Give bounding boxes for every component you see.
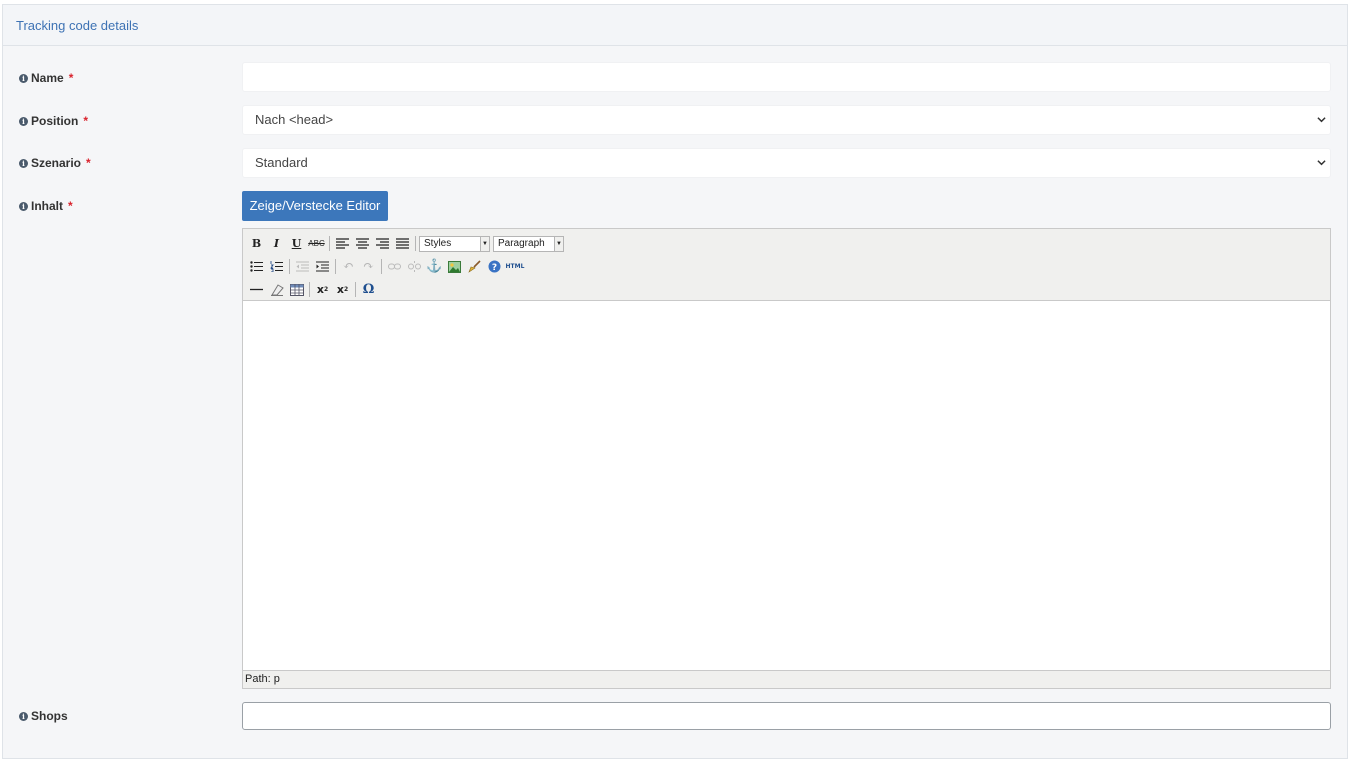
html-icon[interactable]: HTML bbox=[505, 257, 525, 276]
toolbar-separator bbox=[329, 236, 330, 251]
remove-format-icon[interactable] bbox=[267, 280, 286, 299]
indent-icon[interactable] bbox=[313, 257, 332, 276]
help-icon[interactable]: ? bbox=[485, 257, 504, 276]
editor-toolbar: B I U ABC Styles ▼ Paragraph ▼ ↶ ↷ ⚓ ? H… bbox=[243, 229, 1330, 301]
align-justify-icon[interactable] bbox=[393, 234, 412, 253]
position-label: i Position * bbox=[19, 114, 88, 128]
chevron-down-icon bbox=[1317, 117, 1326, 123]
info-icon[interactable]: i bbox=[19, 201, 28, 211]
scenario-select[interactable]: Standard bbox=[242, 148, 1331, 178]
shops-label: i Shops bbox=[19, 709, 68, 723]
undo-icon[interactable]: ↶ bbox=[339, 257, 358, 276]
superscript-icon[interactable]: x2 bbox=[333, 280, 352, 299]
chevron-down-icon bbox=[1317, 160, 1326, 166]
format-select[interactable]: Paragraph ▼ bbox=[493, 235, 564, 252]
scenario-selected-value: Standard bbox=[255, 155, 308, 170]
toolbar-separator bbox=[355, 282, 356, 297]
toolbar-separator bbox=[415, 236, 416, 251]
outdent-icon[interactable] bbox=[293, 257, 312, 276]
underline-icon[interactable]: U bbox=[287, 234, 306, 253]
numbered-list-icon[interactable] bbox=[267, 257, 286, 276]
editor-content-area[interactable] bbox=[243, 301, 1330, 670]
tracking-code-panel: Tracking code details i Name * i Positio… bbox=[2, 4, 1348, 759]
required-mark: * bbox=[86, 156, 91, 170]
required-mark: * bbox=[68, 199, 73, 213]
toolbar-separator bbox=[309, 282, 310, 297]
svg-text:?: ? bbox=[492, 263, 497, 273]
styles-select[interactable]: Styles ▼ bbox=[419, 235, 490, 252]
cleanup-icon[interactable] bbox=[465, 257, 484, 276]
special-char-icon[interactable]: Ω bbox=[359, 280, 378, 299]
name-label: i Name * bbox=[19, 71, 73, 85]
rich-text-editor: B I U ABC Styles ▼ Paragraph ▼ ↶ ↷ ⚓ ? H… bbox=[242, 228, 1331, 689]
panel-title: Tracking code details bbox=[3, 5, 1347, 46]
info-icon[interactable]: i bbox=[19, 158, 28, 168]
scenario-label: i Szenario * bbox=[19, 156, 91, 170]
anchor-icon[interactable]: ⚓ bbox=[425, 257, 444, 276]
italic-icon[interactable]: I bbox=[267, 234, 286, 253]
strikethrough-icon[interactable]: ABC bbox=[307, 234, 326, 253]
link-icon[interactable] bbox=[385, 257, 404, 276]
align-left-icon[interactable] bbox=[333, 234, 352, 253]
shops-input[interactable] bbox=[242, 702, 1331, 730]
position-select[interactable]: Nach <head> bbox=[242, 105, 1331, 135]
subscript-icon[interactable]: x2 bbox=[313, 280, 332, 299]
redo-icon[interactable]: ↷ bbox=[359, 257, 378, 276]
toolbar-separator bbox=[335, 259, 336, 274]
dropdown-arrow-icon: ▼ bbox=[480, 236, 489, 251]
info-icon[interactable]: i bbox=[19, 711, 28, 721]
required-mark: * bbox=[83, 114, 89, 128]
toolbar-separator bbox=[381, 259, 382, 274]
dropdown-arrow-icon: ▼ bbox=[554, 236, 563, 251]
toggle-editor-button[interactable]: Zeige/Verstecke Editor bbox=[242, 191, 388, 221]
required-mark: * bbox=[68, 71, 74, 85]
bold-icon[interactable]: B bbox=[247, 234, 266, 253]
table-icon[interactable] bbox=[287, 280, 306, 299]
info-icon[interactable]: i bbox=[19, 116, 28, 126]
align-center-icon[interactable] bbox=[353, 234, 372, 253]
align-right-icon[interactable] bbox=[373, 234, 392, 253]
editor-path-bar: Path: p bbox=[243, 670, 1330, 688]
image-icon[interactable] bbox=[445, 257, 464, 276]
position-selected-value: Nach <head> bbox=[255, 112, 334, 127]
bullet-list-icon[interactable] bbox=[247, 257, 266, 276]
horizontal-rule-icon[interactable] bbox=[247, 280, 266, 299]
content-label: i Inhalt * bbox=[19, 199, 73, 213]
info-icon[interactable]: i bbox=[19, 73, 28, 83]
toolbar-separator bbox=[289, 259, 290, 274]
unlink-icon[interactable] bbox=[405, 257, 424, 276]
name-input[interactable] bbox=[242, 62, 1331, 92]
